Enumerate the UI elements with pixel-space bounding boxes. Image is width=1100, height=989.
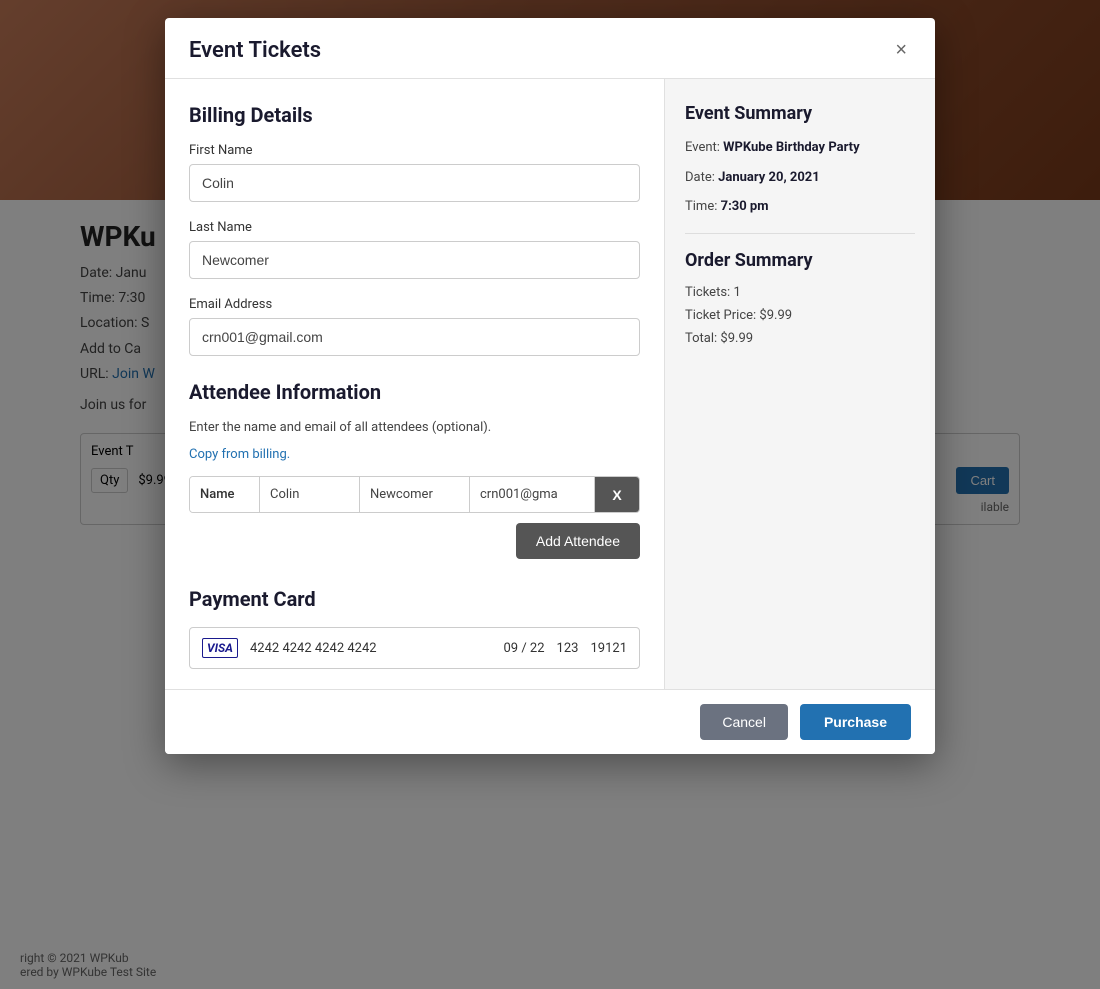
total-value: $9.99 (720, 331, 753, 346)
email-input[interactable] (189, 318, 640, 356)
event-label: Event: (685, 140, 720, 155)
first-name-input[interactable] (189, 164, 640, 202)
attendee-description: Enter the name and email of all attendee… (189, 420, 640, 435)
attendee-remove-button[interactable]: X (595, 477, 639, 512)
email-group: Email Address (189, 297, 640, 356)
tickets-label: Tickets: (685, 285, 730, 300)
first-name-label: First Name (189, 143, 640, 158)
attendee-first-name: Colin (260, 477, 360, 512)
copy-from-billing-link[interactable]: Copy from billing. (189, 447, 290, 462)
billing-section-title: Billing Details (189, 103, 640, 127)
date-value: January 20, 2021 (718, 170, 820, 185)
card-expiry: 09 / 22 (504, 641, 545, 656)
payment-section: Payment Card VISA 4242 4242 4242 4242 09… (189, 587, 640, 669)
modal-header: Event Tickets × (165, 18, 935, 79)
attendee-email: crn001@gma (470, 477, 595, 512)
card-cvv: 123 (557, 641, 579, 656)
attendee-section: Attendee Information Enter the name and … (189, 380, 640, 559)
tickets-row: Tickets: 1 (685, 285, 915, 300)
right-panel: Event Summary Event: WPKube Birthday Par… (665, 79, 935, 689)
event-summary-title: Event Summary (685, 103, 915, 124)
price-value: $9.99 (759, 308, 792, 323)
cancel-button[interactable]: Cancel (700, 704, 788, 740)
attendee-last-name: Newcomer (360, 477, 470, 512)
time-value: 7:30 pm (721, 199, 769, 214)
tickets-value: 1 (733, 285, 740, 300)
summary-divider (685, 233, 915, 234)
date-label: Date: (685, 170, 715, 185)
attendee-row: Name Colin Newcomer crn001@gma X (189, 476, 640, 513)
card-row: VISA 4242 4242 4242 4242 09 / 22 123 191… (189, 627, 640, 669)
attendee-name-label: Name (190, 477, 260, 512)
order-summary-title: Order Summary (685, 250, 915, 271)
purchase-button[interactable]: Purchase (800, 704, 911, 740)
modal-close-button[interactable]: × (891, 36, 911, 64)
card-zip: 19121 (590, 641, 627, 656)
email-label: Email Address (189, 297, 640, 312)
event-time-row: Time: 7:30 pm (685, 197, 915, 217)
card-number: 4242 4242 4242 4242 (250, 641, 492, 656)
ticket-price-row: Ticket Price: $9.99 (685, 308, 915, 323)
modal-overlay: Event Tickets × Billing Details First Na… (0, 0, 1100, 989)
modal-title: Event Tickets (189, 38, 321, 63)
add-attendee-button[interactable]: Add Attendee (516, 523, 640, 559)
event-name: WPKube Birthday Party (723, 140, 859, 155)
first-name-group: First Name (189, 143, 640, 202)
last-name-label: Last Name (189, 220, 640, 235)
attendee-section-title: Attendee Information (189, 380, 640, 404)
total-row: Total: $9.99 (685, 331, 915, 346)
visa-icon: VISA (202, 638, 238, 658)
price-label: Ticket Price: (685, 308, 756, 323)
last-name-group: Last Name (189, 220, 640, 279)
event-date-row: Date: January 20, 2021 (685, 168, 915, 188)
left-panel: Billing Details First Name Last Name Ema… (165, 79, 665, 689)
total-label: Total: (685, 331, 717, 346)
modal-body: Billing Details First Name Last Name Ema… (165, 79, 935, 689)
payment-section-title: Payment Card (189, 587, 640, 611)
last-name-input[interactable] (189, 241, 640, 279)
modal-footer: Cancel Purchase (165, 689, 935, 754)
modal: Event Tickets × Billing Details First Na… (165, 18, 935, 754)
event-name-row: Event: WPKube Birthday Party (685, 138, 915, 158)
time-label: Time: (685, 199, 717, 214)
